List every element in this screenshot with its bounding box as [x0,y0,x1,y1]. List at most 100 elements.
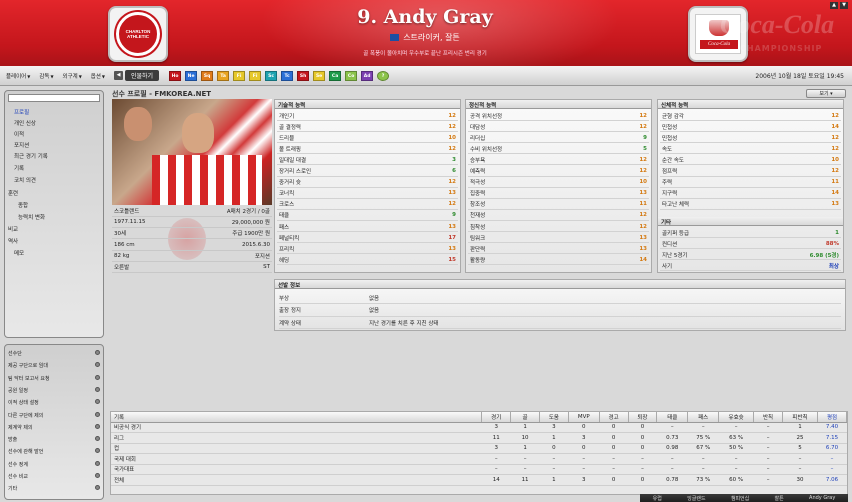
stats-cell: 7.40 [817,422,847,433]
attr-filter-sq[interactable]: Sq [201,70,214,81]
physical-panel: 신체적 능력 균형 감각 12 민첩성 14 민첩성 12 속도 12 순간 속도 10 점프력 12… [657,99,844,273]
attr-filter-ad[interactable]: Ad [361,70,374,81]
sidebar-action[interactable]: 기타 [8,485,100,492]
status-row: 부상 없음 [279,292,841,304]
sidebar-action[interactable]: 선수 비교 [8,473,100,480]
attr-filter-ne[interactable]: Ne [185,70,198,81]
stats-header-cell[interactable]: 평점 [817,412,847,423]
action-dot-icon [95,423,100,429]
menu-manager[interactable]: 감독▼ [39,72,53,80]
sidebar-action[interactable]: 선수 정계 [8,460,100,468]
sidebar-action[interactable]: 제공 구단으로 임대 [8,362,100,369]
view-dropdown-button[interactable]: 보기 ▾ [806,89,846,98]
sidebar-action[interactable]: 제계약 제의 [8,423,100,431]
stats-cell: – [539,453,569,465]
attribute-value: 최상 [828,263,839,270]
sidebar-link[interactable]: 훈련 [8,189,18,197]
sidebar-link[interactable]: 기록 [14,164,24,172]
attr-filter-ta[interactable]: Ta [217,70,230,81]
club-badge[interactable]: CHARLTON ATHLETIC [108,6,168,62]
stats-cell: 0 [599,422,629,433]
sidebar-action[interactable]: 다른 구단에 제의 [8,411,100,419]
sidebar-link[interactable]: 개인 신상 [14,119,36,127]
sidebar-link[interactable]: 비교 [8,225,18,233]
sidebar-link[interactable]: 역사 [8,237,18,245]
help-icon[interactable]: ? [377,70,390,81]
action-dot-icon [95,460,100,466]
sidebar-link[interactable]: 종합 [18,201,28,209]
stats-cell: 25 [782,432,818,444]
stats-header-cell[interactable]: 도움 [539,412,569,423]
attribute-row: 태클 9 [277,211,458,221]
stats-row: 컵 3 1 0 0 0 0 0.98 67 % 50 % –5 6.70 [111,443,847,454]
action-dot-icon [95,411,100,417]
breadcrumb-item[interactable]: 찰튼 [775,495,784,502]
status-value: 지난 경기를 치른 후 지친 상태 [369,320,439,327]
stats-header-cell[interactable]: 기록 [111,412,483,423]
stats-header-cell[interactable]: 태클 [656,412,689,423]
stats-header-cell[interactable]: 경기 [481,412,512,423]
sidebar-link[interactable]: 프로필 [14,108,29,116]
stats-cell: 0 [539,443,569,454]
stats-header-cell[interactable]: 유효슛 [718,412,755,423]
stats-cell: – [599,464,629,475]
attr-filter-sc[interactable]: Sc [265,70,278,81]
current-view-button[interactable]: 인물하기 [125,70,160,81]
stats-row: 리그 11 10 1 3 0 0 0.73 75 % 63 % –25 7.15 [111,432,847,444]
attribute-label: 승부욕 [470,157,486,164]
sidebar-action[interactable]: 팀 닥터 보고서 요청 [8,374,100,382]
attribute-value: 12 [831,168,839,174]
sidebar-link[interactable]: 메모 [14,249,24,257]
breadcrumb-item[interactable]: Andy Gray [809,495,835,501]
breadcrumb-item[interactable]: 챔피언십 [731,495,749,502]
stats-header-cell[interactable]: 패스 [687,412,720,423]
sidebar-search-input[interactable] [8,94,100,102]
breadcrumb-item[interactable]: 유럽 [653,495,662,502]
attribute-row: 골 결정력 12 [277,122,458,133]
attribute-value: 11 [639,201,647,208]
sidebar-action[interactable]: 방출 [8,436,100,443]
stats-header-cell[interactable]: 골 [510,412,540,423]
menu-options[interactable]: 옵션▼ [91,72,105,80]
menu-player-label: 플레이어 [6,73,27,80]
stats-header-cell[interactable]: 경고 [599,412,629,423]
menu-world[interactable]: 외구계▼ [63,72,82,80]
menu-player[interactable]: 플레이어▼ [6,72,30,80]
stats-cell: – [687,464,719,475]
chevron-down-icon: ▼ [78,73,82,79]
window-down-button[interactable]: ▼ [840,2,848,9]
attr-filter-ca[interactable]: Ca [329,70,342,81]
sidebar-action[interactable]: 선수에 관해 발언 [8,448,100,455]
attr-filter-tc[interactable]: Tc [281,70,294,81]
window-up-button[interactable]: ▲ [830,2,838,9]
stats-header-cell[interactable]: 피반칙 [782,412,819,423]
sidebar-action[interactable]: 공원 일정 [8,386,100,394]
sidebar-action[interactable]: 이적 상태 설정 [8,399,100,406]
stats-row: 국가대표 – – – – – – – – – – – – [111,464,847,475]
stats-cell: – [782,453,818,465]
stats-header-cell[interactable]: 퇴장 [628,412,658,423]
sidebar-link[interactable]: 포지션 [14,141,29,149]
stats-header-cell[interactable]: MVP [568,412,600,423]
attr-filter-fi[interactable]: Fi [233,70,246,81]
stats-cell: 국제 대회 [111,453,482,465]
attribute-value: 12 [639,156,647,163]
back-arrow-icon[interactable]: ◀ [114,71,123,80]
sidebar-action[interactable]: 선수단 [8,350,100,357]
stats-header-cell[interactable]: 반칙 [753,412,783,423]
sidebar-link[interactable]: 이적 [14,130,24,138]
info-row: 82 kg 포지션 [112,251,272,262]
attr-filter-sh[interactable]: Sh [297,70,310,81]
sidebar-link[interactable]: 최근 경기 기록 [14,152,48,160]
stats-cell: 3 [481,443,511,454]
attr-filter-se[interactable]: Se [313,70,326,81]
sidebar-link[interactable]: 코치 의견 [14,176,36,184]
attr-filter-co[interactable]: Co [345,70,358,81]
attribute-row: 타고난 체력 13 [660,200,841,210]
info-row: 186 cm 2015.6.30 [112,240,272,251]
breadcrumb-item[interactable]: 잉글랜드 [687,495,705,502]
attr-filter-ho[interactable]: Ho [169,70,182,81]
physical-panel-title: 신체적 능력 [658,100,843,109]
attr-filter-fi[interactable]: Fi [249,70,262,81]
sidebar-link[interactable]: 능력치 변화 [18,213,45,221]
